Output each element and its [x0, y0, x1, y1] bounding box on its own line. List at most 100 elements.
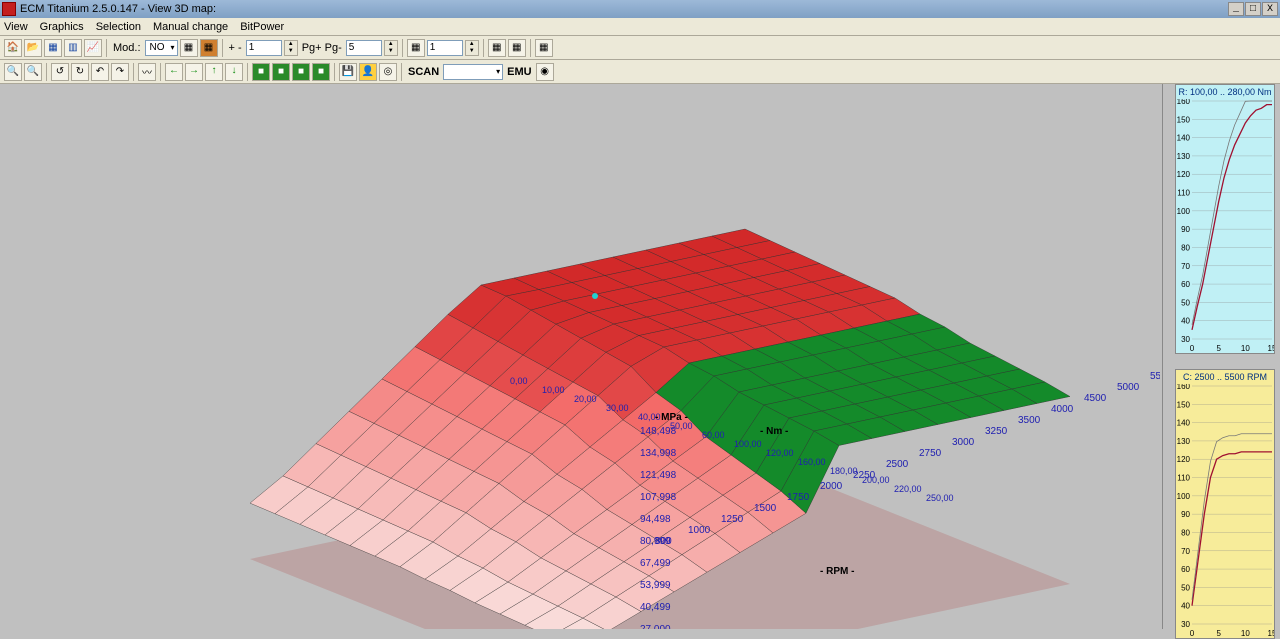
svg-text:80,999: 80,999 — [640, 536, 671, 547]
arrow-left-icon[interactable]: ← — [165, 63, 183, 81]
svg-text:20,00: 20,00 — [574, 394, 597, 404]
menu-selection[interactable]: Selection — [96, 21, 141, 33]
svg-text:150: 150 — [1177, 400, 1191, 409]
view-3d[interactable]: 8001000125015001750200022502500275030003… — [0, 84, 1160, 629]
grid-v-icon[interactable]: ▥ — [64, 39, 82, 57]
svg-text:30,00: 30,00 — [606, 403, 629, 413]
svg-text:10: 10 — [1241, 344, 1250, 353]
pg-spin[interactable]: ▲▼ — [384, 40, 398, 56]
open-icon[interactable]: 📂 — [24, 39, 42, 57]
svg-text:- Nm -: - Nm - — [760, 426, 788, 437]
svg-text:30: 30 — [1181, 335, 1190, 344]
tb1-btn-c-icon[interactable]: ▦ — [535, 39, 553, 57]
svg-text:30: 30 — [1181, 620, 1190, 629]
minimize-button[interactable]: _ — [1228, 2, 1244, 16]
pg-input[interactable] — [346, 40, 382, 56]
menu-manual-change[interactable]: Manual change — [153, 21, 228, 33]
emu-record-icon[interactable]: ◉ — [536, 63, 554, 81]
undo-icon[interactable]: ↶ — [91, 63, 109, 81]
target-icon[interactable]: ◎ — [379, 63, 397, 81]
disk-icon[interactable]: 💾 — [339, 63, 357, 81]
mod-label: Mod.: — [113, 42, 141, 54]
svg-text:5: 5 — [1216, 629, 1221, 638]
svg-text:67,499: 67,499 — [640, 558, 671, 569]
zoom-in-icon[interactable]: 🔍 — [4, 63, 22, 81]
svg-text:80: 80 — [1181, 243, 1190, 252]
svg-text:130: 130 — [1177, 152, 1191, 161]
svg-text:0,00: 0,00 — [510, 376, 528, 386]
close-button[interactable]: X — [1262, 2, 1278, 16]
grid-h-icon[interactable]: ▦ — [44, 39, 62, 57]
svg-text:148,498: 148,498 — [640, 426, 677, 437]
window-buttons: _ □ X — [1228, 2, 1278, 16]
svg-text:140: 140 — [1177, 419, 1191, 428]
minichart-col-title: C: 2500 .. 5500 RPM — [1176, 370, 1274, 384]
svg-text:3000: 3000 — [952, 437, 975, 448]
svg-text:4000: 4000 — [1051, 404, 1074, 415]
green-btn1-icon[interactable]: ■ — [252, 63, 270, 81]
svg-text:90: 90 — [1181, 225, 1190, 234]
mod-combo[interactable]: NO▾ — [145, 40, 178, 56]
svg-text:110: 110 — [1177, 189, 1190, 198]
sp-spin[interactable]: ▲▼ — [465, 40, 479, 56]
svg-text:180,00: 180,00 — [830, 466, 858, 476]
svg-text:1000: 1000 — [688, 525, 711, 536]
svg-text:110: 110 — [1177, 474, 1190, 483]
titlebar: ECM Titanium 2.5.0.147 - View 3D map: _ … — [0, 0, 1280, 18]
svg-text:250,00: 250,00 — [926, 493, 954, 503]
green-btn2-icon[interactable]: ■ — [272, 63, 290, 81]
svg-text:60: 60 — [1181, 565, 1190, 574]
rotate-cw-icon[interactable]: ↻ — [71, 63, 89, 81]
arrow-right-icon[interactable]: → — [185, 63, 203, 81]
green-btn3-icon[interactable]: ■ — [292, 63, 310, 81]
tb1-btn-a-icon[interactable]: ▦ — [488, 39, 506, 57]
svg-text:15: 15 — [1268, 629, 1274, 638]
menu-bitpower[interactable]: BitPower — [240, 21, 284, 33]
chart-icon[interactable]: 📈 — [84, 39, 102, 57]
svg-text:53,999: 53,999 — [640, 580, 671, 591]
app-icon — [2, 2, 16, 16]
emu-label: EMU — [507, 66, 531, 78]
toolbar-1: 🏠 📂 ▦ ▥ 📈 Mod.: NO▾ ▦ ▦ + - ▲▼ Pg+ Pg- ▲… — [0, 36, 1280, 60]
mod-btn2-icon[interactable]: ▦ — [200, 39, 218, 57]
svg-text:100: 100 — [1177, 492, 1191, 501]
svg-text:3500: 3500 — [1018, 415, 1041, 426]
svg-text:80: 80 — [1181, 528, 1190, 537]
pm-spin[interactable]: ▲▼ — [284, 40, 298, 56]
wave-icon[interactable]: 〰 — [138, 63, 156, 81]
side-panel: R: 100,00 .. 280,00 Nm 16015014013012011… — [1162, 84, 1280, 629]
mod-btn1-icon[interactable]: ▦ — [180, 39, 198, 57]
person-icon[interactable]: 👤 — [359, 63, 377, 81]
maximize-button[interactable]: □ — [1245, 2, 1261, 16]
pm-input[interactable] — [246, 40, 282, 56]
surface-plot: 8001000125015001750200022502500275030003… — [0, 84, 1160, 629]
menu-graphics[interactable]: Graphics — [40, 21, 84, 33]
svg-text:200,00: 200,00 — [862, 475, 890, 485]
svg-text:1500: 1500 — [754, 503, 777, 514]
svg-text:4500: 4500 — [1084, 393, 1107, 404]
sp-input[interactable] — [427, 40, 463, 56]
zoom-out-icon[interactable]: 🔍 — [24, 63, 42, 81]
pm-label: + - — [229, 42, 242, 54]
arrow-down-icon[interactable]: ↓ — [225, 63, 243, 81]
svg-text:5: 5 — [1216, 344, 1221, 353]
tb1-btn-b-icon[interactable]: ▦ — [508, 39, 526, 57]
svg-text:40,499: 40,499 — [640, 602, 671, 613]
rotate-ccw-icon[interactable]: ↺ — [51, 63, 69, 81]
svg-text:40: 40 — [1181, 317, 1190, 326]
minichart-col[interactable]: C: 2500 .. 5500 RPM 16015014013012011010… — [1175, 369, 1275, 639]
green-btn4-icon[interactable]: ■ — [312, 63, 330, 81]
menu-view[interactable]: View — [4, 21, 28, 33]
svg-text:2000: 2000 — [820, 481, 843, 492]
svg-text:- RPM -: - RPM - — [820, 566, 854, 577]
redo-icon[interactable]: ↷ — [111, 63, 129, 81]
arrow-up-icon[interactable]: ↑ — [205, 63, 223, 81]
sp-btn-icon[interactable]: ▦ — [407, 39, 425, 57]
home-icon[interactable]: 🏠 — [4, 39, 22, 57]
scan-combo[interactable]: ▾ — [443, 64, 503, 80]
minichart-row[interactable]: R: 100,00 .. 280,00 Nm 16015014013012011… — [1175, 84, 1275, 354]
svg-text:140: 140 — [1177, 134, 1191, 143]
svg-text:5500: 5500 — [1150, 371, 1160, 382]
svg-text:1250: 1250 — [721, 514, 744, 525]
svg-text:130: 130 — [1177, 437, 1191, 446]
